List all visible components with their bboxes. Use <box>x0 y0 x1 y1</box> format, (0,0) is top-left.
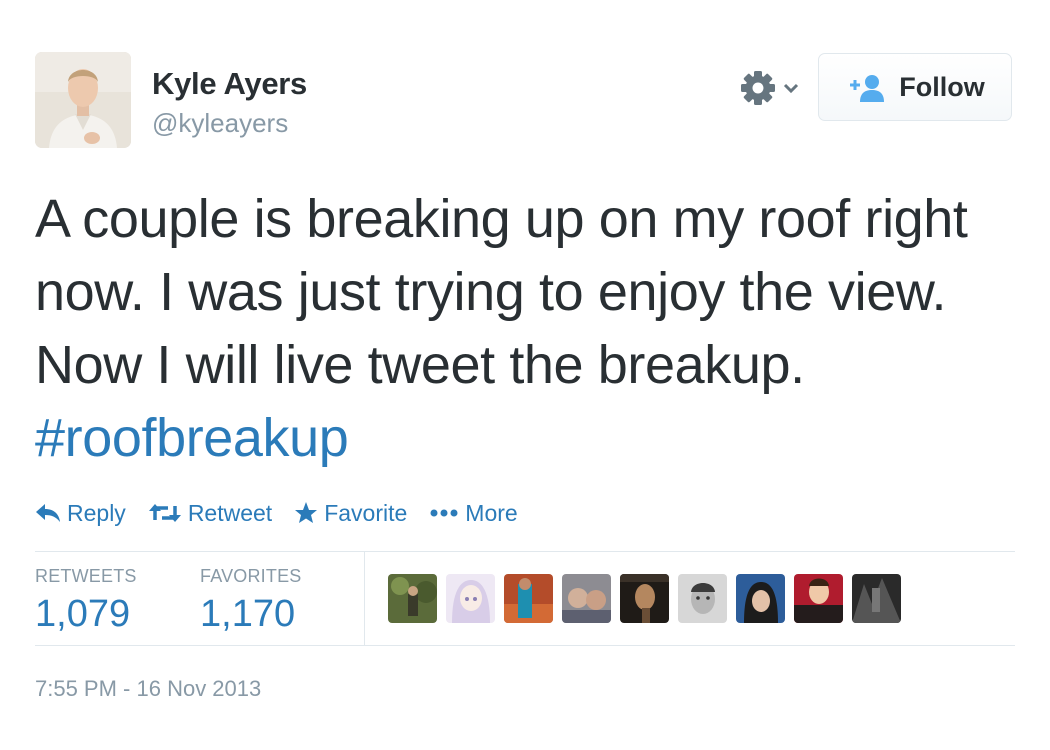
favorites-stat-label: FAVORITES <box>200 566 302 586</box>
favoriter-avatar[interactable] <box>736 574 785 623</box>
favoriter-avatar[interactable] <box>446 574 495 623</box>
more-label: More <box>465 499 518 526</box>
user-handle[interactable]: @kyleayers <box>152 108 288 139</box>
avatar[interactable] <box>35 52 131 148</box>
tweet-timestamp[interactable]: 7:55 PM - 16 Nov 2013 <box>35 676 261 702</box>
reply-button[interactable]: Reply <box>35 500 126 527</box>
more-dots-icon <box>430 509 458 517</box>
retweet-label: Retweet <box>187 499 273 526</box>
favorites-stat[interactable]: FAVORITES 1,170 <box>200 566 302 636</box>
hashtag-link[interactable]: #roofbreakup <box>35 408 349 468</box>
favoriter-avatar[interactable] <box>852 574 901 623</box>
more-button[interactable]: More <box>429 499 518 527</box>
retweet-button[interactable]: Retweet <box>148 500 272 527</box>
stats-separator <box>364 552 365 645</box>
chevron-down-icon <box>783 83 799 94</box>
add-user-icon <box>850 75 885 102</box>
follow-label: Follow <box>899 71 985 102</box>
stats-bottom-divider <box>35 645 1015 646</box>
retweets-count: 1,079 <box>35 593 131 635</box>
tweet-text: A couple is breaking up on my roof right… <box>35 183 1015 475</box>
tweet-actions: Reply Retweet Favorite More <box>35 497 540 529</box>
retweets-stat-label: RETWEETS <box>35 566 137 586</box>
retweets-stat[interactable]: RETWEETS 1,079 <box>35 566 137 636</box>
user-actions-menu[interactable] <box>738 68 810 108</box>
favorite-label: Favorite <box>324 499 408 526</box>
gear-icon <box>741 71 775 105</box>
favorites-count: 1,170 <box>200 593 296 635</box>
favoriter-avatar[interactable] <box>678 574 727 623</box>
user-display-name[interactable]: Kyle Ayers <box>152 66 307 102</box>
favoriter-avatar[interactable] <box>388 574 437 623</box>
follow-button[interactable]: Follow <box>818 53 1012 121</box>
tweet-body: A couple is breaking up on my roof right… <box>35 189 968 395</box>
stats-top-divider <box>35 551 1015 552</box>
favoriter-avatar[interactable] <box>562 574 611 623</box>
favoriter-avatars <box>388 574 901 623</box>
star-icon <box>295 502 318 523</box>
reply-label: Reply <box>67 499 126 526</box>
reply-icon <box>36 504 60 522</box>
favoriter-avatar[interactable] <box>620 574 669 623</box>
retweet-icon <box>148 504 181 522</box>
favorite-button[interactable]: Favorite <box>294 500 407 527</box>
avatar-photo <box>35 52 131 148</box>
favoriter-avatar[interactable] <box>794 574 843 623</box>
favoriter-avatar[interactable] <box>504 574 553 623</box>
